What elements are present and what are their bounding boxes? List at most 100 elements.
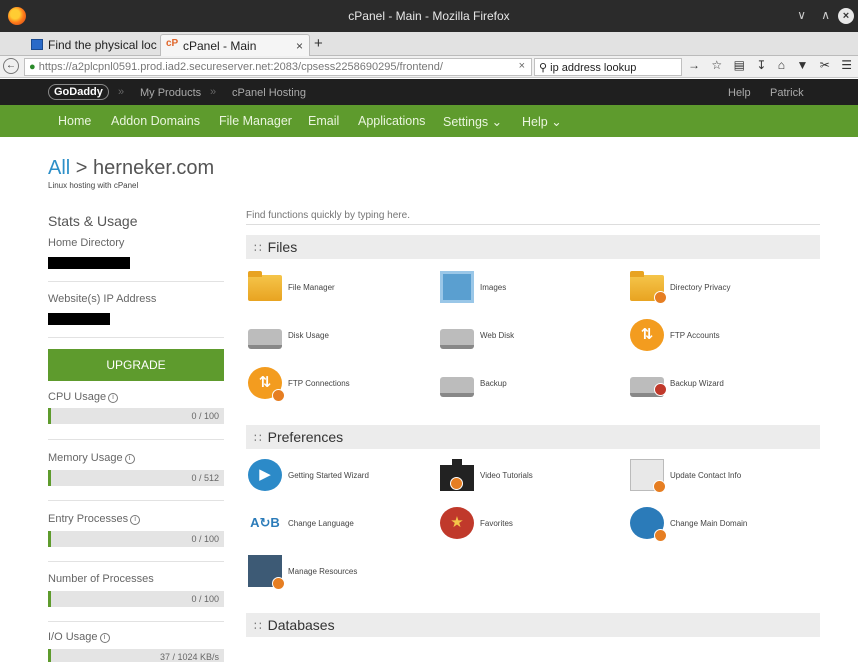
cpanel-hosting-link[interactable]: cPanel Hosting: [232, 87, 306, 99]
new-tab-icon[interactable]: +: [314, 35, 323, 52]
nav-addon-domains[interactable]: Addon Domains: [111, 114, 200, 128]
nav-settings-label: Settings: [443, 115, 489, 129]
tool-change-main-domain[interactable]: Change Main Domain: [630, 507, 820, 542]
info-icon[interactable]: i: [124, 454, 135, 464]
nav-file-manager[interactable]: File Manager: [219, 114, 292, 128]
backup-wizard-icon: [630, 377, 667, 397]
help-link[interactable]: Help: [728, 87, 751, 99]
images-icon: [440, 271, 474, 303]
edit-badge-icon: [653, 480, 666, 493]
divider: [48, 337, 224, 338]
chevron-down-icon: ⌄: [491, 115, 503, 129]
tool-label: Backup: [480, 379, 507, 388]
pocket-icon[interactable]: ▼: [796, 58, 808, 72]
account-menu[interactable]: Patrick: [770, 87, 804, 99]
breadcrumb: All > herneker.com: [48, 157, 214, 180]
usage-label-text: Memory Usage: [48, 452, 123, 464]
databases-section-header[interactable]: ∷ Databases: [246, 613, 820, 637]
tool-web-disk[interactable]: Web Disk: [440, 319, 630, 353]
preferences-section-header[interactable]: ∷ Preferences: [246, 425, 820, 449]
nav-settings[interactable]: Settings ⌄: [443, 114, 502, 129]
search-bar[interactable]: ⚲ ip address lookup: [534, 58, 682, 76]
server-icon: [248, 555, 285, 590]
tool-backup-wizard[interactable]: Backup Wizard: [630, 367, 820, 401]
grip-icon[interactable]: ∷: [254, 431, 262, 445]
stats-usage-title: Stats & Usage: [48, 213, 138, 229]
ftp-connections-icon: ⇅: [248, 367, 285, 402]
video-tutorials-icon: [440, 459, 474, 491]
tool-label: Disk Usage: [288, 331, 329, 340]
page-favicon-icon: [31, 39, 43, 50]
godaddy-logo[interactable]: GoDaddy: [48, 84, 109, 100]
go-arrow-icon[interactable]: →: [688, 58, 700, 72]
library-icon[interactable]: ▤: [734, 58, 745, 72]
nav-email[interactable]: Email: [308, 114, 339, 128]
usage-label-text: Entry Processes: [48, 513, 129, 525]
minimize-icon[interactable]: ∨: [797, 8, 806, 22]
tool-favorites[interactable]: ★ Favorites: [440, 507, 630, 541]
tool-change-language[interactable]: A↻B Change Language: [248, 507, 438, 541]
gear-badge-icon: [272, 389, 285, 402]
redacted-home-directory: [48, 257, 130, 269]
navigation-bar: ← ● https://a2plcpnl0591.prod.iad2.secur…: [0, 56, 858, 78]
tool-getting-started-wizard[interactable]: ▶ Getting Started Wizard: [248, 459, 438, 493]
file-manager-icon: [248, 271, 282, 301]
tool-label: Getting Started Wizard: [288, 471, 369, 480]
tool-ftp-accounts[interactable]: ⇅ FTP Accounts: [630, 319, 820, 353]
nav-home[interactable]: Home: [58, 114, 91, 128]
cpanel-nav: Home Addon Domains File Manager Email Ap…: [0, 105, 858, 137]
tool-disk-usage[interactable]: Disk Usage: [248, 319, 438, 353]
info-icon[interactable]: i: [99, 633, 110, 643]
info-icon[interactable]: i: [108, 393, 119, 403]
menu-icon[interactable]: ☰: [841, 58, 852, 72]
tool-label: Web Disk: [480, 331, 515, 340]
grip-icon[interactable]: ∷: [254, 241, 262, 255]
search-icon: ⚲: [539, 62, 548, 74]
files-section-header[interactable]: ∷ Files: [246, 235, 820, 259]
tool-images[interactable]: Images: [440, 271, 630, 305]
tool-ftp-connections[interactable]: ⇅ FTP Connections: [248, 367, 438, 402]
close-window-button[interactable]: ×: [838, 8, 854, 24]
memory-usage-bar: 0 / 512: [48, 470, 224, 486]
url-bar[interactable]: ● https://a2plcpnl0591.prod.iad2.secures…: [24, 58, 532, 76]
home-icon[interactable]: ⌂: [778, 58, 785, 72]
window-title: cPanel - Main - Mozilla Firefox: [348, 9, 510, 23]
tool-manage-resources[interactable]: Manage Resources: [248, 555, 438, 590]
back-arrow-icon[interactable]: ←: [3, 58, 19, 74]
tool-label: Change Language: [288, 519, 354, 528]
download-icon[interactable]: ↧: [756, 58, 766, 72]
cpu-usage-label: CPU Usage i: [48, 391, 119, 403]
scissors-icon[interactable]: ✂: [820, 58, 830, 72]
my-products-link[interactable]: My Products: [140, 87, 201, 99]
tool-label: FTP Connections: [288, 379, 350, 388]
gear-badge-icon: [654, 529, 667, 542]
upgrade-button[interactable]: UPGRADE: [48, 349, 224, 381]
tab-cpanel-main[interactable]: cP cPanel - Main ×: [160, 34, 310, 56]
tool-directory-privacy[interactable]: Directory Privacy: [630, 271, 820, 305]
info-icon[interactable]: i: [130, 515, 141, 525]
change-language-icon: A↻B: [248, 507, 282, 539]
tab-label: cPanel - Main: [183, 39, 257, 53]
tool-video-tutorials[interactable]: Video Tutorials: [440, 459, 630, 493]
bookmark-star-icon[interactable]: ☆: [711, 58, 722, 72]
home-directory-label: Home Directory: [48, 237, 125, 249]
tool-update-contact-info[interactable]: Update Contact Info: [630, 459, 820, 493]
tab-label: Find the physical loc »: [48, 38, 163, 52]
grip-icon[interactable]: ∷: [254, 619, 262, 633]
entry-processes-bar: 0 / 100: [48, 531, 224, 547]
nav-applications[interactable]: Applications: [358, 114, 425, 128]
lock-badge-icon: [654, 291, 667, 304]
clear-url-icon[interactable]: ×: [519, 60, 525, 72]
tool-backup[interactable]: Backup: [440, 367, 630, 401]
find-functions-input[interactable]: [246, 207, 820, 225]
breadcrumb-separator: >: [75, 157, 88, 179]
nav-help[interactable]: Help ⌄: [522, 114, 562, 129]
breadcrumb-all-link[interactable]: All: [48, 157, 70, 179]
tool-file-manager[interactable]: File Manager: [248, 271, 438, 305]
tab-find-physical-location[interactable]: Find the physical loc »: [26, 34, 163, 56]
tool-label: File Manager: [288, 283, 335, 292]
maximize-icon[interactable]: ∧: [821, 8, 830, 22]
close-tab-icon[interactable]: ×: [296, 39, 303, 53]
ftp-accounts-icon: ⇅: [630, 319, 664, 351]
tool-label: Directory Privacy: [670, 283, 731, 292]
